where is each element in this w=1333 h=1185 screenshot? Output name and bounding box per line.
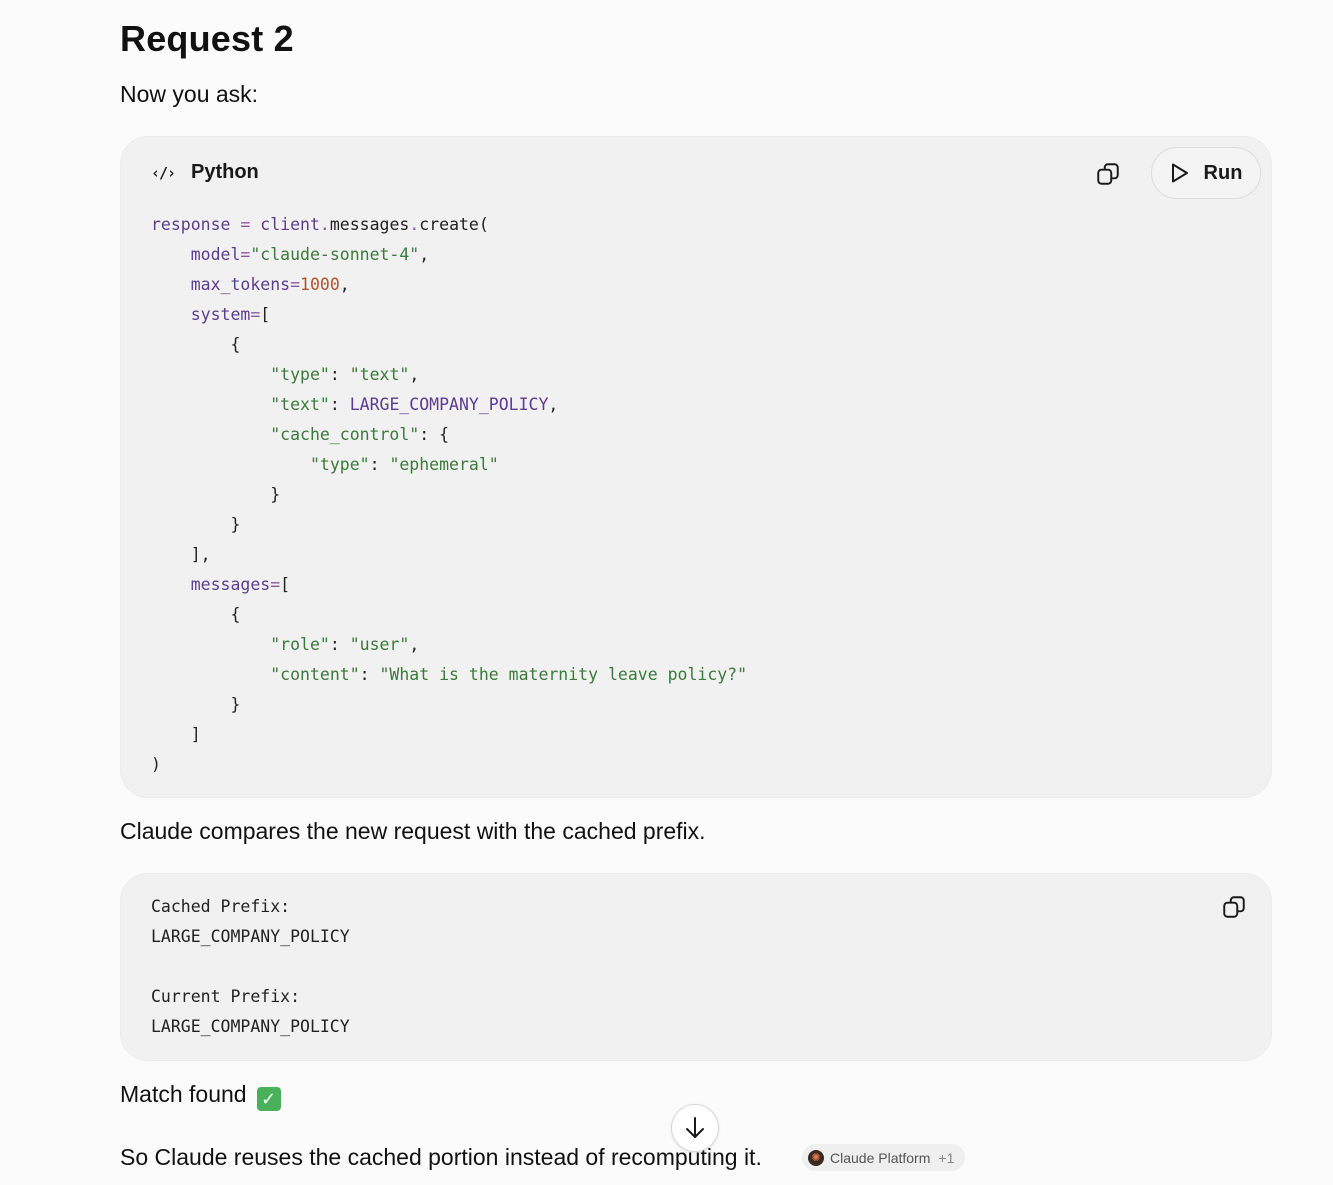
copy-prefix-button[interactable] (1217, 890, 1251, 924)
code-line: max_tokens=1000, (190, 275, 350, 294)
code-line: "type": "ephemeral" (309, 455, 499, 474)
claude-logo-icon: ✺ (808, 1149, 824, 1166)
code-line: "content": "What is the maternity leave … (270, 665, 748, 684)
code-line: ], (151, 545, 211, 564)
source-label: Claude Platform (830, 1149, 931, 1166)
code-line: { (151, 335, 241, 354)
match-text: Match found (120, 1081, 247, 1107)
code-line: LARGE_COMPANY_POLICY (151, 927, 350, 946)
code-line: model="claude-sonnet-4", (190, 245, 430, 264)
code-line: "role": "user", (270, 635, 420, 654)
prefix-code-block: Cached Prefix: LARGE_COMPANY_POLICY Curr… (120, 873, 1272, 1061)
code-line: Cached Prefix: (151, 897, 291, 916)
arrow-down-icon (686, 1117, 704, 1138)
play-icon (1171, 163, 1188, 183)
code-line: Current Prefix: (151, 987, 301, 1006)
source-count: +1 (938, 1149, 955, 1166)
code-line: "text": LARGE_COMPANY_POLICY, (270, 395, 559, 414)
code-line: response = client.messages.create( (151, 215, 489, 234)
compare-paragraph: Claude compares the new request with the… (120, 818, 706, 844)
intro-paragraph: Now you ask: (120, 81, 259, 107)
code-icon: ‹/› (151, 163, 176, 182)
code-line: "type": "text", (270, 365, 420, 384)
copy-icon (1223, 896, 1245, 918)
code-language-header: ‹/› Python (151, 161, 259, 184)
code-line: } (151, 515, 241, 534)
code-line: system=[ (190, 305, 271, 324)
source-citation-chip[interactable]: ✺ Claude Platform +1 (802, 1144, 966, 1171)
code-line: "cache_control": { (270, 425, 450, 444)
python-code-block: ‹/› Python Run response = client.message… (120, 136, 1272, 798)
code-line: messages=[ (190, 575, 291, 594)
reuse-paragraph: So Claude reuses the cached portion inst… (120, 1144, 762, 1170)
check-mark-icon: ✓ (256, 1087, 281, 1111)
code-language-label: Python (191, 161, 259, 183)
section-heading: Request 2 (120, 18, 294, 59)
match-paragraph: Match found ✓ (120, 1079, 281, 1111)
run-code-button[interactable]: Run (1151, 147, 1261, 199)
code-line: ] (151, 725, 201, 744)
code-line: } (151, 485, 281, 504)
code-line: { (151, 605, 241, 624)
python-code: response = client.messages.create( model… (151, 210, 747, 780)
copy-code-button[interactable] (1091, 157, 1125, 191)
prefix-code: Cached Prefix: LARGE_COMPANY_POLICY Curr… (151, 892, 350, 1042)
code-line: } (151, 695, 241, 714)
scroll-to-bottom-button[interactable] (671, 1104, 719, 1152)
run-label: Run (1203, 161, 1243, 184)
copy-icon (1097, 163, 1119, 185)
code-line: LARGE_COMPANY_POLICY (151, 1017, 350, 1036)
code-line: ) (151, 755, 161, 774)
